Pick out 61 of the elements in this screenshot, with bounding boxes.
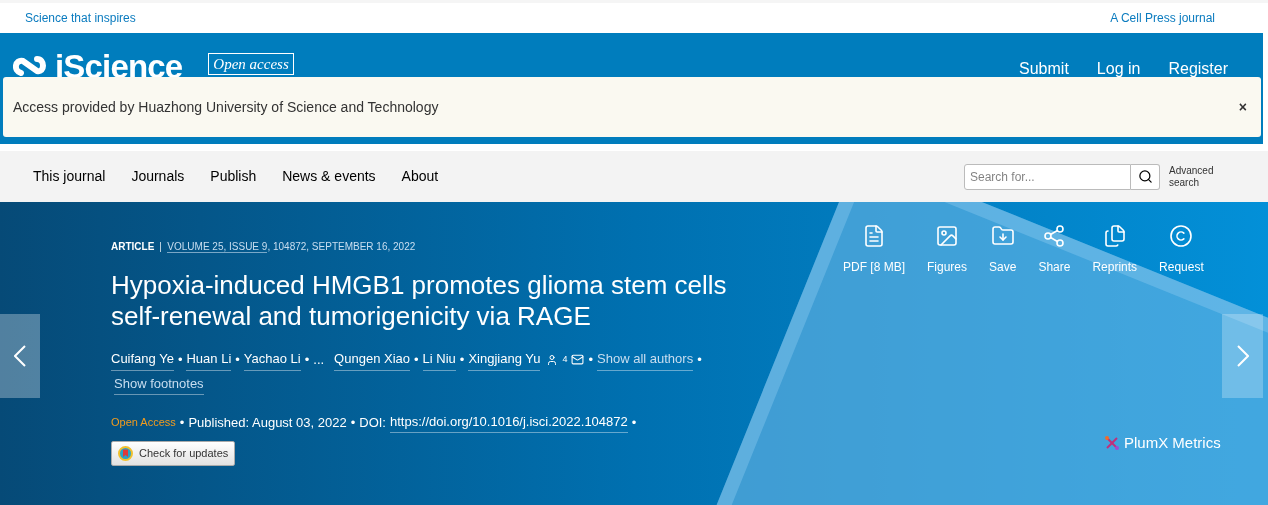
publisher-link[interactable]: A Cell Press journal: [1110, 9, 1215, 27]
author-link[interactable]: Qungen Xiao: [334, 348, 410, 371]
reprints-icon: [1102, 224, 1127, 248]
separator-dot: •: [459, 350, 465, 369]
separator-dot: •: [304, 350, 310, 369]
open-access-badge: Open access: [208, 53, 294, 75]
separator-dot: •: [179, 413, 185, 432]
email-icon: [571, 353, 585, 366]
open-access-label: Open Access: [111, 415, 176, 430]
nav-link[interactable]: This journal: [33, 166, 106, 187]
separator-dot: •: [235, 350, 240, 369]
pdf-icon: [862, 224, 886, 248]
author-link[interactable]: Yachao Li: [243, 348, 301, 371]
nav-link[interactable]: News & events: [282, 166, 376, 187]
separator-dot: •: [350, 413, 356, 432]
separator-dot: •: [631, 413, 637, 432]
metrics-icon: [1104, 435, 1120, 452]
request-icon: [1169, 224, 1194, 248]
separator-dot: •: [414, 350, 419, 369]
tagline-link[interactable]: Science that inspires: [25, 9, 136, 27]
author-link[interactable]: Huan Li: [186, 348, 232, 371]
nav-link[interactable]: Publish: [210, 166, 257, 187]
author-link[interactable]: Li Niu: [422, 348, 456, 371]
chevron-left-icon: [14, 345, 26, 367]
notice-text: Access provided by Huazhong University of Science and Technology: [13, 97, 439, 117]
figures-icon: [935, 224, 959, 248]
separator-dot: •: [697, 350, 702, 369]
check-updates-button[interactable]: Check for updates: [111, 440, 236, 466]
article-title: Hypoxia-induced HMGB1 promotes glioma stem cells self-renewal and tumorigenicity via RAGE: [111, 270, 728, 332]
author-link[interactable]: Cuifang Ye: [111, 348, 174, 371]
footnote-number: 4: [562, 353, 568, 366]
header-link[interactable]: Log in: [1096, 57, 1141, 81]
previous-button[interactable]: [0, 314, 40, 398]
doi-link[interactable]: https://doi.org/10.1016/j.isci.2022.104872: [390, 412, 628, 433]
request-button[interactable]: Request: [1159, 224, 1204, 276]
search-icon: [1137, 169, 1153, 184]
next-button[interactable]: [1222, 314, 1263, 398]
bookmark-icon: [118, 445, 133, 461]
doi-label: DOI:: [359, 413, 386, 432]
article-type: ARTICLE: [111, 240, 155, 254]
header-link[interactable]: Submit: [1019, 57, 1069, 81]
advanced-search-link[interactable]: Advanced search: [1169, 164, 1225, 189]
citation-text: VOLUME 25, ISSUE 9, 104872, SEPTEMBER 16, 2022: [167, 240, 416, 254]
close-button[interactable]: ×: [1238, 96, 1247, 118]
show-footnotes-link[interactable]: Show footnotes: [114, 374, 204, 395]
person-icon: [546, 353, 559, 366]
chevron-right-icon: [1236, 345, 1249, 367]
header-link[interactable]: Register: [1168, 57, 1228, 81]
nav-link[interactable]: Journals: [131, 166, 185, 187]
author-link[interactable]: Xingjiang Yu: [468, 348, 541, 371]
share-icon: [1042, 224, 1067, 248]
show-all-authors-link[interactable]: Show all authors: [597, 348, 694, 371]
search-button[interactable]: [1131, 163, 1160, 190]
separator-dot: •: [177, 350, 183, 369]
separator-dot: •: [588, 350, 593, 369]
save-icon: [990, 224, 1015, 248]
logo-text: iScience: [55, 49, 183, 85]
nav-link[interactable]: About: [401, 166, 439, 187]
ellipsis-text: ...: [313, 350, 325, 369]
search-field[interactable]: Search for...: [964, 163, 1131, 190]
published-date: Published: August 03, 2022: [188, 413, 347, 432]
